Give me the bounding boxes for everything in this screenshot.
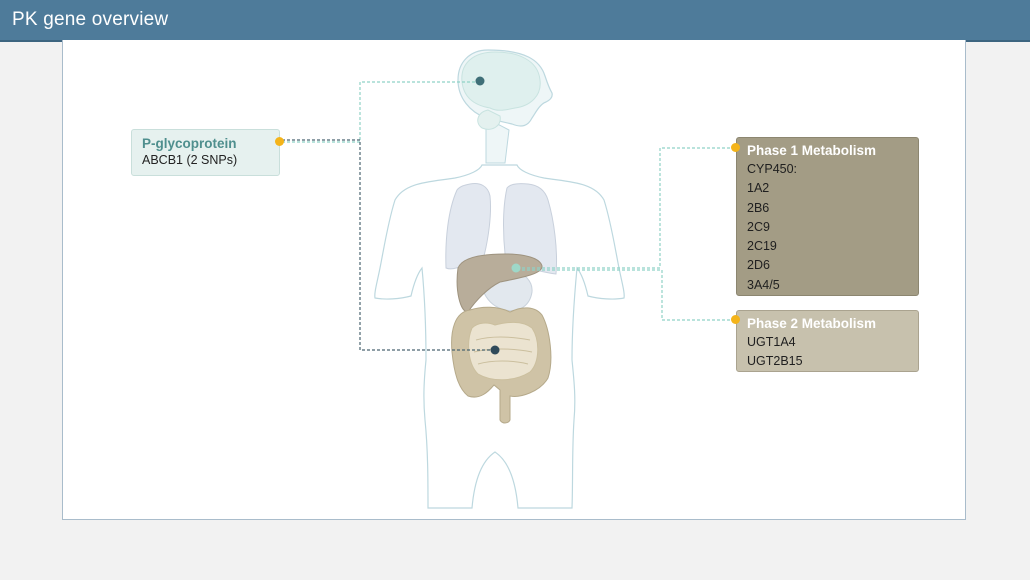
phase2-box: Phase 2 Metabolism UGT1A4 UGT2B15 xyxy=(736,310,919,372)
phase1-item: 2B6 xyxy=(747,200,770,215)
brain xyxy=(461,51,541,111)
phase1-item: 2D6 xyxy=(747,258,770,273)
pgp-subtitle: ABCB1 (2 SNPs) xyxy=(142,153,238,167)
pgp-box: P-glycoprotein ABCB1 (2 SNPs) xyxy=(131,129,280,176)
phase2-title: Phase 2 Metabolism xyxy=(747,316,877,331)
phase1-item: CYP450: xyxy=(747,162,798,176)
brain-marker xyxy=(475,76,485,86)
phase1-connector-dot xyxy=(731,143,740,152)
phase1-item: 1A2 xyxy=(747,181,770,196)
phase1-item: 2C9 xyxy=(747,219,770,234)
phase1-box: Phase 1 Metabolism CYP450: 1A2 2B6 2C9 2… xyxy=(736,137,919,296)
phase2-item: UGT2B15 xyxy=(747,354,803,369)
pgp-connector-dot xyxy=(275,137,284,146)
phase1-title: Phase 1 Metabolism xyxy=(747,143,877,158)
phase2-connector-dot xyxy=(731,315,740,324)
liver-marker xyxy=(511,263,521,273)
phase2-item: UGT1A4 xyxy=(747,335,796,349)
gut-marker xyxy=(490,345,500,355)
phase1-item: 2C19 xyxy=(747,239,777,254)
pgp-title: P-glycoprotein xyxy=(142,136,237,151)
phase1-item: 3A4/5 xyxy=(747,277,780,292)
brain-connector xyxy=(283,81,480,143)
